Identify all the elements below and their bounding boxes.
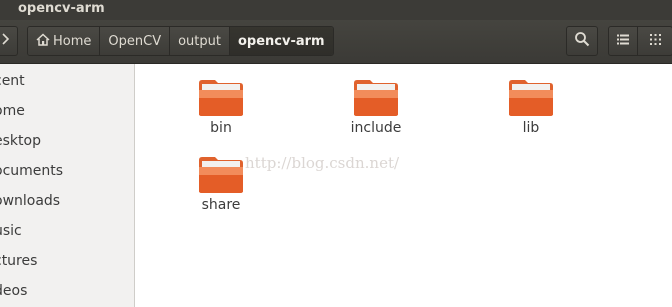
breadcrumb-label: opencv-arm: [237, 33, 325, 49]
breadcrumb-home-label: Home: [53, 33, 92, 49]
sidebar: cent ome esktop ocuments ownloads usic c…: [0, 64, 135, 307]
breadcrumb-opencv-arm[interactable]: opencv-arm: [229, 27, 333, 55]
folder-item[interactable]: lib: [476, 78, 586, 148]
list-view-icon: [617, 34, 629, 49]
home-icon: [36, 32, 50, 50]
toolbar: Home OpenCV output opencv-arm: [0, 20, 672, 64]
breadcrumb-opencv[interactable]: OpenCV: [100, 27, 171, 55]
folder-label: share: [201, 197, 241, 213]
folder-label: include: [350, 120, 402, 136]
sidebar-item-home[interactable]: ome: [0, 103, 25, 119]
window-title: opencv-arm: [18, 1, 105, 16]
search-icon: [574, 31, 590, 51]
breadcrumb-output[interactable]: output: [170, 27, 230, 55]
file-view: bin include lib share http://blog.csdn.n…: [135, 64, 672, 307]
sidebar-item-desktop[interactable]: esktop: [0, 133, 41, 149]
grid-view-icon: [649, 33, 661, 49]
watermark: http://blog.csdn.net/: [245, 154, 400, 172]
breadcrumb: Home OpenCV output opencv-arm: [27, 26, 334, 56]
search-button[interactable]: [566, 26, 598, 56]
folder-item[interactable]: bin: [166, 78, 276, 148]
sidebar-item-documents[interactable]: ocuments: [0, 163, 63, 179]
title-bar: opencv-arm: [0, 0, 672, 20]
folder-item[interactable]: include: [321, 78, 431, 148]
folder-icon: [476, 78, 586, 118]
sidebar-item-recent[interactable]: cent: [0, 73, 25, 89]
sidebar-item-pictures[interactable]: ctures: [0, 253, 37, 269]
back-button[interactable]: [0, 26, 18, 56]
folder-label: bin: [210, 120, 232, 136]
chevron-right-icon: [0, 33, 10, 49]
breadcrumb-home[interactable]: Home: [28, 27, 101, 55]
sidebar-item-downloads[interactable]: ownloads: [0, 193, 60, 209]
list-view-button[interactable]: [608, 26, 638, 56]
grid-view-button[interactable]: [637, 26, 672, 56]
folder-icon: [166, 78, 276, 118]
breadcrumb-label: OpenCV: [108, 33, 162, 49]
sidebar-item-videos[interactable]: deos: [0, 283, 27, 299]
breadcrumb-label: output: [178, 33, 221, 49]
folder-icon: [321, 78, 431, 118]
folder-label: lib: [522, 120, 540, 136]
sidebar-item-music[interactable]: usic: [0, 223, 22, 239]
